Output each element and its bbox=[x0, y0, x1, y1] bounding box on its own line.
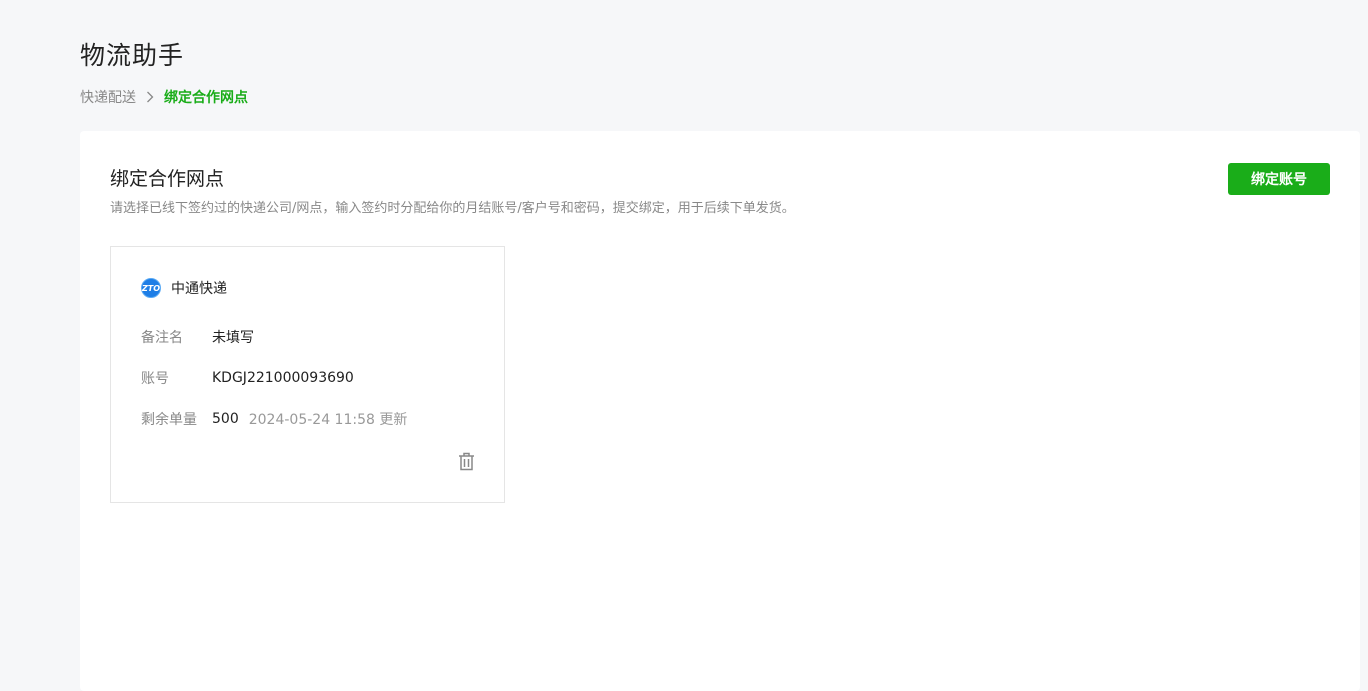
breadcrumb: 快递配送 绑定合作网点 bbox=[80, 87, 248, 107]
page-title: 物流助手 bbox=[80, 41, 185, 70]
account-card: ZTO 中通快递 备注名 未填写 账号 KDGJ221000093690 剩余单… bbox=[110, 246, 505, 503]
account-value: KDGJ221000093690 bbox=[212, 370, 354, 386]
carrier-name: 中通快递 bbox=[171, 281, 227, 297]
breadcrumb-link-delivery[interactable]: 快递配送 bbox=[80, 87, 136, 107]
bind-account-button[interactable]: 绑定账号 bbox=[1228, 163, 1330, 195]
updated-time: 2024-05-24 11:58 更新 bbox=[248, 412, 408, 428]
remaining-label: 剩余单量 bbox=[141, 412, 197, 428]
remaining-value: 500 bbox=[212, 411, 239, 427]
remark-label: 备注名 bbox=[141, 330, 183, 346]
remark-value: 未填写 bbox=[212, 330, 254, 346]
remaining-row: 剩余单量 500 2024-05-24 11:58 更新 bbox=[141, 409, 407, 429]
breadcrumb-current: 绑定合作网点 bbox=[164, 90, 248, 106]
account-row: 账号 KDGJ221000093690 bbox=[141, 368, 354, 388]
zto-logo-icon: ZTO bbox=[141, 278, 161, 298]
remark-row: 备注名 未填写 bbox=[141, 327, 254, 347]
chevron-right-icon bbox=[136, 91, 164, 103]
trash-icon[interactable] bbox=[456, 450, 476, 472]
bind-outlet-panel: 绑定合作网点 请选择已线下签约过的快递公司/网点，输入签约时分配给你的月结账号/… bbox=[80, 131, 1360, 691]
account-label: 账号 bbox=[141, 371, 169, 387]
panel-description: 请选择已线下签约过的快递公司/网点，输入签约时分配给你的月结账号/客户号和密码，… bbox=[110, 201, 795, 216]
panel-title: 绑定合作网点 bbox=[110, 168, 225, 190]
carrier-header: ZTO 中通快递 bbox=[141, 278, 227, 298]
